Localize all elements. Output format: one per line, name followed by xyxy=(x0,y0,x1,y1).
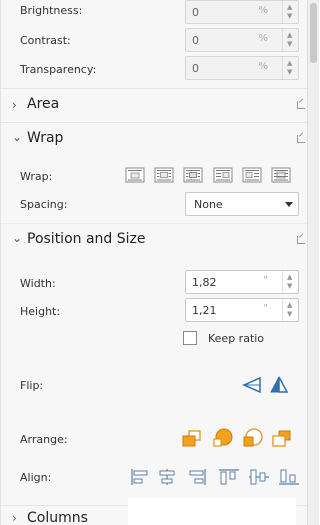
vertical-scrollbar[interactable] xyxy=(307,0,319,525)
keep-ratio-row: Keep ratio xyxy=(1,330,307,348)
chevron-down-icon: ⌄ xyxy=(12,231,23,245)
height-spinbox[interactable]: 1,21 " ▲ ▼ xyxy=(185,298,299,322)
brightness-row: Brightness: 0 % ▲ ▼ xyxy=(1,0,307,27)
chevron-right-icon: › xyxy=(12,511,17,525)
contrast-spinbox[interactable]: 0 % ▲ ▼ xyxy=(185,28,299,52)
contrast-stepper[interactable]: ▲ ▼ xyxy=(282,29,298,51)
align-center-icon[interactable] xyxy=(157,468,177,486)
wrap-section-title: Wrap xyxy=(27,130,64,146)
contrast-label: Contrast: xyxy=(20,34,71,47)
flip-label: Flip: xyxy=(20,379,44,392)
send-to-back-icon[interactable] xyxy=(271,429,293,449)
brightness-label: Brightness: xyxy=(20,4,83,17)
contrast-value: 0 xyxy=(192,34,199,47)
align-top-icon[interactable] xyxy=(218,468,240,486)
document-canvas-edge xyxy=(128,498,296,525)
brightness-spinbox[interactable]: 0 % ▲ ▼ xyxy=(185,0,299,24)
contrast-row: Contrast: 0 % ▲ ▼ xyxy=(1,27,307,55)
spacing-dropdown[interactable]: None xyxy=(185,192,299,216)
area-section-header[interactable]: › Area xyxy=(1,88,307,121)
transparency-row: Transparency: 0 % ▲ ▼ xyxy=(1,55,307,85)
forward-one-icon[interactable] xyxy=(212,428,234,449)
position-size-section-header[interactable]: ⌄ Position and Size xyxy=(1,223,307,256)
arrange-row: Arrange: xyxy=(1,428,307,450)
flip-horizontal-icon[interactable] xyxy=(269,375,289,394)
backward-one-icon[interactable] xyxy=(242,428,264,449)
percent-unit: % xyxy=(258,61,268,72)
wrap-section-header[interactable]: ⌄ Wrap xyxy=(1,122,307,155)
align-left-icon[interactable] xyxy=(130,468,150,486)
align-middle-icon[interactable] xyxy=(248,468,270,486)
transparency-value: 0 xyxy=(192,62,199,75)
height-row: Height: 1,21 " ▲ ▼ xyxy=(1,298,307,324)
spacing-label: Spacing: xyxy=(20,198,68,211)
width-value: 1,82 xyxy=(192,276,217,289)
inch-unit: " xyxy=(263,303,268,314)
percent-unit: % xyxy=(258,5,268,16)
inch-unit: " xyxy=(263,275,268,286)
percent-unit: % xyxy=(258,33,268,44)
scrollbar-thumb[interactable] xyxy=(310,3,317,63)
more-options-icon[interactable] xyxy=(297,236,305,244)
chevron-right-icon: › xyxy=(12,98,17,112)
height-value: 1,21 xyxy=(192,304,217,317)
align-label: Align: xyxy=(20,471,52,484)
area-section-title: Area xyxy=(27,96,60,112)
wrap-off-icon[interactable] xyxy=(125,167,145,183)
transparency-label: Transparency: xyxy=(20,63,97,76)
brightness-value: 0 xyxy=(192,6,199,19)
bring-to-front-icon[interactable] xyxy=(181,429,203,449)
width-stepper[interactable]: ▲ ▼ xyxy=(282,271,298,293)
align-bottom-icon[interactable] xyxy=(278,468,300,486)
transparency-spinbox[interactable]: 0 % ▲ ▼ xyxy=(185,56,299,80)
flip-vertical-icon[interactable] xyxy=(242,376,262,394)
more-options-icon[interactable] xyxy=(297,135,305,143)
wrap-label: Wrap: xyxy=(20,170,53,183)
wrap-after-icon[interactable] xyxy=(242,167,262,183)
wrap-before-icon[interactable] xyxy=(213,167,233,183)
flip-row: Flip: xyxy=(1,374,307,396)
chevron-down-icon xyxy=(285,202,293,207)
align-row: Align: xyxy=(1,466,307,488)
wrap-row: Wrap: xyxy=(1,166,307,186)
keep-ratio-label: Keep ratio xyxy=(208,332,265,345)
sidebar-properties-panel: Brightness: 0 % ▲ ▼ Contrast: 0 % ▲ ▼ Tran… xyxy=(0,0,307,525)
columns-section-title: Columns xyxy=(27,510,88,525)
chevron-down-icon: ⌄ xyxy=(12,130,23,144)
height-label: Height: xyxy=(20,305,61,318)
position-size-section-title: Position and Size xyxy=(27,231,146,247)
width-row: Width: 1,82 " ▲ ▼ xyxy=(1,270,307,296)
more-options-icon[interactable] xyxy=(297,101,305,109)
transparency-stepper[interactable]: ▲ ▼ xyxy=(282,57,298,79)
keep-ratio-checkbox[interactable] xyxy=(183,331,197,345)
wrap-options-group xyxy=(125,167,295,185)
arrange-label: Arrange: xyxy=(20,433,68,446)
wrap-through-icon[interactable] xyxy=(271,167,291,183)
wrap-parallel-icon[interactable] xyxy=(154,167,174,183)
width-label: Width: xyxy=(20,277,56,290)
width-spinbox[interactable]: 1,82 " ▲ ▼ xyxy=(185,270,299,294)
wrap-optimal-icon[interactable] xyxy=(183,167,203,183)
spacing-value: None xyxy=(194,198,223,211)
height-stepper[interactable]: ▲ ▼ xyxy=(282,299,298,321)
spacing-row: Spacing: None xyxy=(1,191,307,217)
brightness-stepper[interactable]: ▲ ▼ xyxy=(282,1,298,23)
align-right-icon[interactable] xyxy=(187,468,207,486)
